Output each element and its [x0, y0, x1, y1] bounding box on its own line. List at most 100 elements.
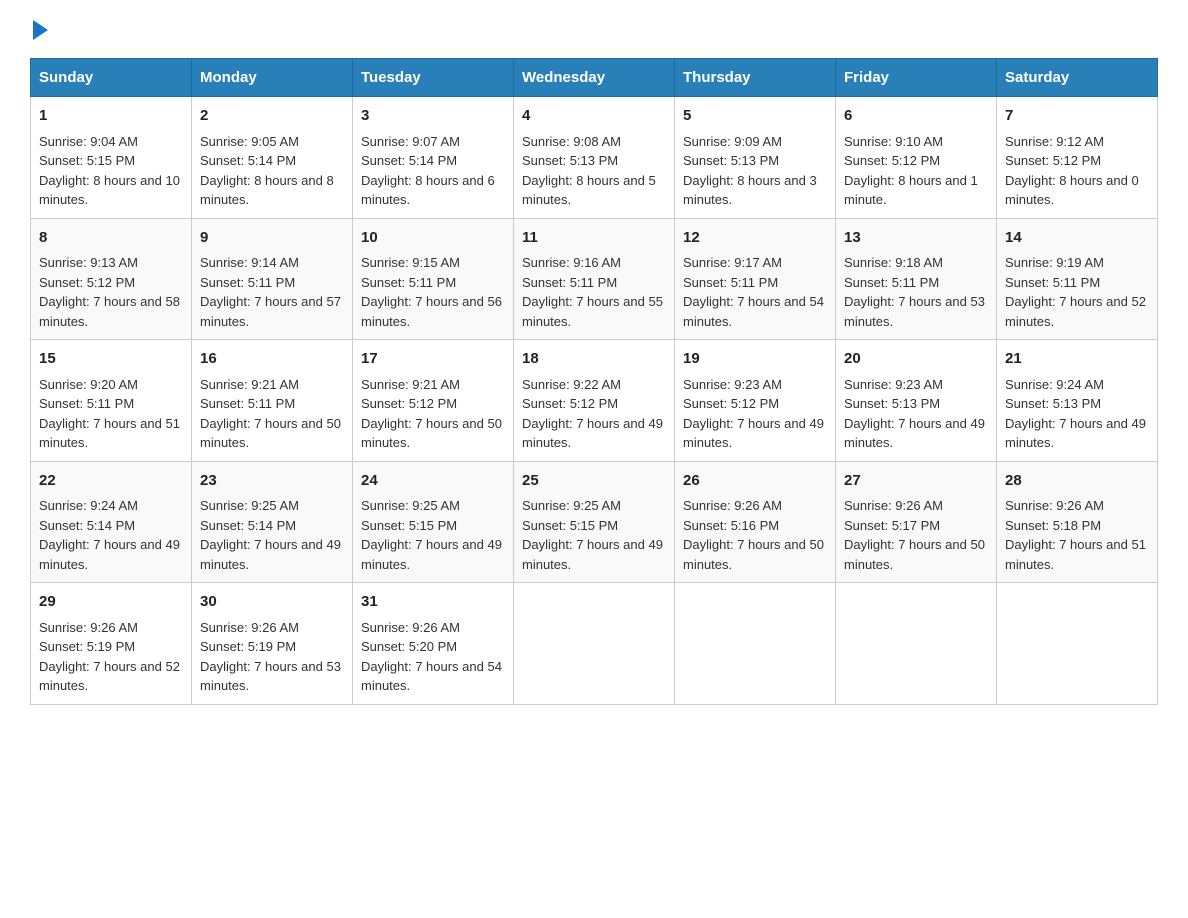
day-number: 12 [683, 227, 827, 250]
sunset-info: Sunset: 5:17 PM [844, 518, 940, 533]
calendar-week-row: 15Sunrise: 9:20 AMSunset: 5:11 PMDayligh… [31, 340, 1158, 462]
calendar-cell: 31Sunrise: 9:26 AMSunset: 5:20 PMDayligh… [353, 583, 514, 705]
day-number: 22 [39, 470, 183, 493]
daylight-info: Daylight: 7 hours and 53 minutes. [200, 659, 341, 694]
calendar-week-row: 8Sunrise: 9:13 AMSunset: 5:12 PMDaylight… [31, 218, 1158, 340]
sunrise-info: Sunrise: 9:26 AM [200, 620, 299, 635]
sunrise-info: Sunrise: 9:19 AM [1005, 255, 1104, 270]
calendar-cell: 29Sunrise: 9:26 AMSunset: 5:19 PMDayligh… [31, 583, 192, 705]
daylight-info: Daylight: 7 hours and 51 minutes. [1005, 537, 1146, 572]
sunset-info: Sunset: 5:12 PM [683, 396, 779, 411]
daylight-info: Daylight: 8 hours and 6 minutes. [361, 173, 495, 208]
sunset-info: Sunset: 5:13 PM [683, 153, 779, 168]
daylight-info: Daylight: 7 hours and 49 minutes. [683, 416, 824, 451]
daylight-info: Daylight: 7 hours and 55 minutes. [522, 294, 663, 329]
calendar-cell: 9Sunrise: 9:14 AMSunset: 5:11 PMDaylight… [192, 218, 353, 340]
calendar-cell: 2Sunrise: 9:05 AMSunset: 5:14 PMDaylight… [192, 97, 353, 219]
day-number: 19 [683, 348, 827, 371]
day-number: 30 [200, 591, 344, 614]
sunrise-info: Sunrise: 9:17 AM [683, 255, 782, 270]
calendar-table: SundayMondayTuesdayWednesdayThursdayFrid… [30, 58, 1158, 705]
sunset-info: Sunset: 5:18 PM [1005, 518, 1101, 533]
sunrise-info: Sunrise: 9:22 AM [522, 377, 621, 392]
weekday-header-sunday: Sunday [31, 59, 192, 97]
sunrise-info: Sunrise: 9:18 AM [844, 255, 943, 270]
sunset-info: Sunset: 5:11 PM [200, 396, 295, 411]
sunrise-info: Sunrise: 9:26 AM [1005, 498, 1104, 513]
day-number: 20 [844, 348, 988, 371]
weekday-header-monday: Monday [192, 59, 353, 97]
sunset-info: Sunset: 5:14 PM [200, 518, 296, 533]
sunset-info: Sunset: 5:12 PM [1005, 153, 1101, 168]
sunrise-info: Sunrise: 9:05 AM [200, 134, 299, 149]
sunset-info: Sunset: 5:19 PM [39, 639, 135, 654]
day-number: 4 [522, 105, 666, 128]
daylight-info: Daylight: 7 hours and 57 minutes. [200, 294, 341, 329]
sunrise-info: Sunrise: 9:21 AM [200, 377, 299, 392]
sunrise-info: Sunrise: 9:07 AM [361, 134, 460, 149]
sunset-info: Sunset: 5:11 PM [39, 396, 134, 411]
page-header [30, 20, 1158, 40]
day-number: 8 [39, 227, 183, 250]
sunset-info: Sunset: 5:15 PM [361, 518, 457, 533]
sunset-info: Sunset: 5:14 PM [361, 153, 457, 168]
daylight-info: Daylight: 8 hours and 8 minutes. [200, 173, 334, 208]
day-number: 9 [200, 227, 344, 250]
daylight-info: Daylight: 7 hours and 50 minutes. [844, 537, 985, 572]
sunrise-info: Sunrise: 9:13 AM [39, 255, 138, 270]
sunset-info: Sunset: 5:16 PM [683, 518, 779, 533]
day-number: 27 [844, 470, 988, 493]
daylight-info: Daylight: 8 hours and 3 minutes. [683, 173, 817, 208]
day-number: 17 [361, 348, 505, 371]
calendar-week-row: 22 Sunrise: 9:24 AM Sunset: 5:14 PM Dayligh… [31, 461, 1158, 583]
daylight-info: Daylight: 7 hours and 50 minutes. [361, 416, 502, 451]
sunset-info: Sunset: 5:13 PM [844, 396, 940, 411]
weekday-header-wednesday: Wednesday [514, 59, 675, 97]
sunset-info: Sunset: 5:12 PM [844, 153, 940, 168]
weekday-header-row: SundayMondayTuesdayWednesdayThursdayFrid… [31, 59, 1158, 97]
sunset-info: Sunset: 5:20 PM [361, 639, 457, 654]
daylight-info: Daylight: 7 hours and 49 minutes. [1005, 416, 1146, 451]
calendar-cell: 15Sunrise: 9:20 AMSunset: 5:11 PMDayligh… [31, 340, 192, 462]
sunrise-info: Sunrise: 9:25 AM [522, 498, 621, 513]
sunrise-info: Sunrise: 9:25 AM [361, 498, 460, 513]
daylight-info: Daylight: 8 hours and 10 minutes. [39, 173, 180, 208]
sunrise-info: Sunrise: 9:24 AM [39, 498, 138, 513]
sunset-info: Sunset: 5:11 PM [522, 275, 617, 290]
sunrise-info: Sunrise: 9:21 AM [361, 377, 460, 392]
daylight-info: Daylight: 7 hours and 58 minutes. [39, 294, 180, 329]
sunset-info: Sunset: 5:14 PM [200, 153, 296, 168]
sunrise-info: Sunrise: 9:09 AM [683, 134, 782, 149]
day-number: 26 [683, 470, 827, 493]
sunrise-info: Sunrise: 9:04 AM [39, 134, 138, 149]
sunrise-info: Sunrise: 9:26 AM [683, 498, 782, 513]
sunrise-info: Sunrise: 9:26 AM [39, 620, 138, 635]
daylight-info: Daylight: 7 hours and 56 minutes. [361, 294, 502, 329]
daylight-info: Daylight: 7 hours and 50 minutes. [200, 416, 341, 451]
calendar-cell: 17Sunrise: 9:21 AMSunset: 5:12 PMDayligh… [353, 340, 514, 462]
calendar-cell: 22Sunrise: 9:24 AMSunset: 5:14 PMDayligh… [31, 461, 192, 583]
sunset-info: Sunset: 5:11 PM [844, 275, 939, 290]
sunrise-info: Sunrise: 9:08 AM [522, 134, 621, 149]
daylight-info: Daylight: 7 hours and 49 minutes. [522, 537, 663, 572]
weekday-header-tuesday: Tuesday [353, 59, 514, 97]
daylight-info: Daylight: 8 hours and 5 minutes. [522, 173, 656, 208]
calendar-cell: 26Sunrise: 9:26 AMSunset: 5:16 PMDayligh… [675, 461, 836, 583]
sunset-info: Sunset: 5:11 PM [683, 275, 778, 290]
day-number: 23 [200, 470, 344, 493]
calendar-cell [514, 583, 675, 705]
day-number: 24 [361, 470, 505, 493]
calendar-cell: 21Sunrise: 9:24 AMSunset: 5:13 PMDayligh… [997, 340, 1158, 462]
daylight-info: Daylight: 7 hours and 49 minutes. [200, 537, 341, 572]
day-number: 3 [361, 105, 505, 128]
calendar-cell: 13Sunrise: 9:18 AMSunset: 5:11 PMDayligh… [836, 218, 997, 340]
sunrise-info: Sunrise: 9:15 AM [361, 255, 460, 270]
calendar-cell: 7Sunrise: 9:12 AMSunset: 5:12 PMDaylight… [997, 97, 1158, 219]
calendar-cell: 3 Sunrise: 9:07 AM Sunset: 5:14 PM Daylight… [353, 97, 514, 219]
daylight-info: Daylight: 7 hours and 49 minutes. [39, 537, 180, 572]
logo-arrow-icon [33, 20, 48, 40]
day-number: 13 [844, 227, 988, 250]
calendar-cell: 8Sunrise: 9:13 AMSunset: 5:12 PMDaylight… [31, 218, 192, 340]
day-number: 25 [522, 470, 666, 493]
daylight-info: Daylight: 7 hours and 52 minutes. [39, 659, 180, 694]
